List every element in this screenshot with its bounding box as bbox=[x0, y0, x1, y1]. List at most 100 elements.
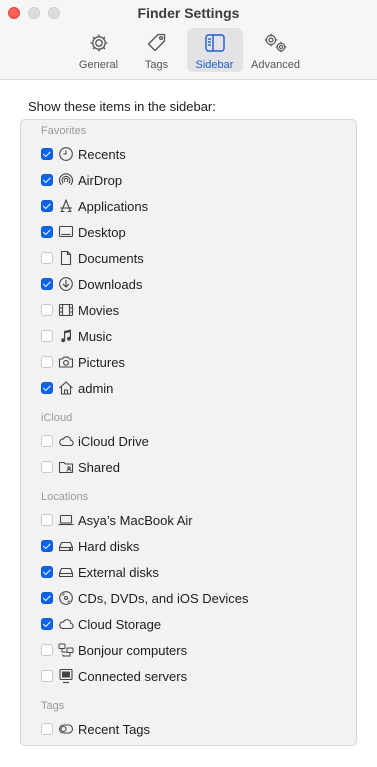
checkbox[interactable] bbox=[41, 540, 53, 552]
checkbox[interactable] bbox=[41, 723, 53, 735]
option-label: Bonjour computers bbox=[78, 642, 188, 658]
checkbox[interactable] bbox=[41, 252, 53, 264]
tab-general[interactable]: General bbox=[71, 28, 127, 72]
option-label: Hard disks bbox=[78, 538, 140, 554]
sidebar-option-downloads[interactable]: Downloads bbox=[41, 274, 341, 294]
checkbox[interactable] bbox=[41, 514, 53, 526]
locations-section-label: Locations bbox=[41, 491, 89, 503]
tab-label: Tags bbox=[144, 59, 169, 71]
bonjour-icon bbox=[58, 642, 74, 658]
sidebar-items-list: Favorites Recents AirDrop Applications D… bbox=[20, 119, 357, 746]
option-label: Documents bbox=[78, 250, 144, 266]
checkbox[interactable] bbox=[41, 592, 53, 604]
applications-icon bbox=[58, 198, 74, 214]
window-title: Finder Settings bbox=[137, 5, 240, 21]
checkbox[interactable] bbox=[41, 356, 53, 368]
option-label: Downloads bbox=[78, 276, 143, 292]
option-label: Music bbox=[78, 328, 112, 344]
checkbox[interactable] bbox=[41, 461, 53, 473]
cloud-icon bbox=[58, 433, 74, 449]
checkbox[interactable] bbox=[41, 644, 53, 656]
disc-icon bbox=[58, 590, 74, 606]
sidebar-option-hard-disks[interactable]: Hard disks bbox=[41, 536, 341, 556]
sidebar-option-documents[interactable]: Documents bbox=[41, 248, 341, 268]
checkbox[interactable] bbox=[41, 566, 53, 578]
sidebar-option-movies[interactable]: Movies bbox=[41, 300, 341, 320]
sidebar-option-admin[interactable]: admin bbox=[41, 378, 341, 398]
checkbox[interactable] bbox=[41, 278, 53, 290]
gears-icon bbox=[262, 32, 290, 54]
option-label: Shared bbox=[78, 459, 120, 475]
option-label: Movies bbox=[78, 302, 120, 318]
checkbox[interactable] bbox=[41, 148, 53, 160]
cloud-icon bbox=[58, 616, 74, 632]
sidebar-option-bonjour[interactable]: Bonjour computers bbox=[41, 640, 341, 660]
tab-label: Advanced bbox=[251, 59, 300, 71]
checkbox[interactable] bbox=[41, 618, 53, 630]
sidebar-option-macbook[interactable]: Asya’s MacBook Air bbox=[41, 510, 341, 530]
option-label: Connected servers bbox=[78, 668, 188, 684]
gear-icon bbox=[87, 32, 111, 54]
option-label: CDs, DVDs, and iOS Devices bbox=[78, 590, 249, 606]
option-label: Asya’s MacBook Air bbox=[78, 512, 193, 528]
sidebar-option-pictures[interactable]: Pictures bbox=[41, 352, 341, 372]
option-label: Desktop bbox=[78, 224, 126, 240]
checkbox[interactable] bbox=[41, 200, 53, 212]
toolbar: Finder Settings General Tags Sidebar Adv… bbox=[0, 0, 377, 80]
sidebar-option-cds-dvds[interactable]: CDs, DVDs, and iOS Devices bbox=[41, 588, 341, 608]
home-icon bbox=[58, 380, 74, 396]
shared-folder-icon bbox=[58, 459, 74, 475]
camera-icon bbox=[58, 354, 74, 370]
option-label: Pictures bbox=[78, 354, 125, 370]
sidebar-option-airdrop[interactable]: AirDrop bbox=[41, 170, 341, 190]
sidebar-icon bbox=[203, 32, 227, 54]
sidebar-option-cloud-storage[interactable]: Cloud Storage bbox=[41, 614, 341, 634]
desktop-icon bbox=[58, 224, 74, 240]
tag-icon bbox=[145, 32, 169, 54]
download-icon bbox=[58, 276, 74, 292]
checkbox[interactable] bbox=[41, 670, 53, 682]
sidebar-option-music[interactable]: Music bbox=[41, 326, 341, 346]
server-icon bbox=[58, 668, 74, 684]
option-label: External disks bbox=[78, 564, 159, 580]
hard-disk-icon bbox=[58, 538, 74, 554]
checkbox[interactable] bbox=[41, 174, 53, 186]
settings-tabs: General Tags Sidebar Advanced bbox=[0, 28, 377, 72]
sidebar-option-icloud-drive[interactable]: iCloud Drive bbox=[41, 431, 341, 451]
option-label: Applications bbox=[78, 198, 149, 214]
section-heading: Show these items in the sidebar: bbox=[28, 99, 216, 114]
tag-outline-icon bbox=[58, 721, 74, 737]
tab-label: Sidebar bbox=[195, 59, 234, 71]
tab-tags[interactable]: Tags bbox=[129, 28, 185, 72]
sidebar-option-shared[interactable]: Shared bbox=[41, 457, 341, 477]
tab-label: General bbox=[78, 59, 119, 71]
icloud-section-label: iCloud bbox=[41, 412, 73, 424]
option-label: admin bbox=[78, 380, 114, 396]
option-label: Recent Tags bbox=[78, 721, 151, 737]
tab-sidebar[interactable]: Sidebar bbox=[186, 28, 243, 72]
sidebar-option-desktop[interactable]: Desktop bbox=[41, 222, 341, 242]
external-disk-icon bbox=[58, 564, 74, 580]
checkbox[interactable] bbox=[41, 304, 53, 316]
checkbox[interactable] bbox=[41, 226, 53, 238]
airdrop-icon bbox=[58, 172, 74, 188]
laptop-icon bbox=[58, 512, 74, 528]
favorites-section-label: Favorites bbox=[41, 125, 87, 137]
tab-advanced[interactable]: Advanced bbox=[245, 28, 307, 72]
film-icon bbox=[58, 302, 74, 318]
checkbox[interactable] bbox=[41, 382, 53, 394]
tags-section-label: Tags bbox=[41, 700, 65, 712]
option-label: Recents bbox=[78, 146, 126, 162]
sidebar-option-applications[interactable]: Applications bbox=[41, 196, 341, 216]
sidebar-option-external-disks[interactable]: External disks bbox=[41, 562, 341, 582]
option-label: Cloud Storage bbox=[78, 616, 162, 632]
sidebar-option-recents[interactable]: Recents bbox=[41, 144, 341, 164]
checkbox[interactable] bbox=[41, 330, 53, 342]
option-label: iCloud Drive bbox=[78, 433, 149, 449]
option-label: AirDrop bbox=[78, 172, 123, 188]
checkbox[interactable] bbox=[41, 435, 53, 447]
clock-icon bbox=[58, 146, 74, 162]
sidebar-option-connected-servers[interactable]: Connected servers bbox=[41, 666, 341, 686]
sidebar-option-recent-tags[interactable]: Recent Tags bbox=[41, 719, 341, 739]
finder-settings-window: Finder Settings General Tags Sidebar Adv… bbox=[0, 0, 377, 767]
